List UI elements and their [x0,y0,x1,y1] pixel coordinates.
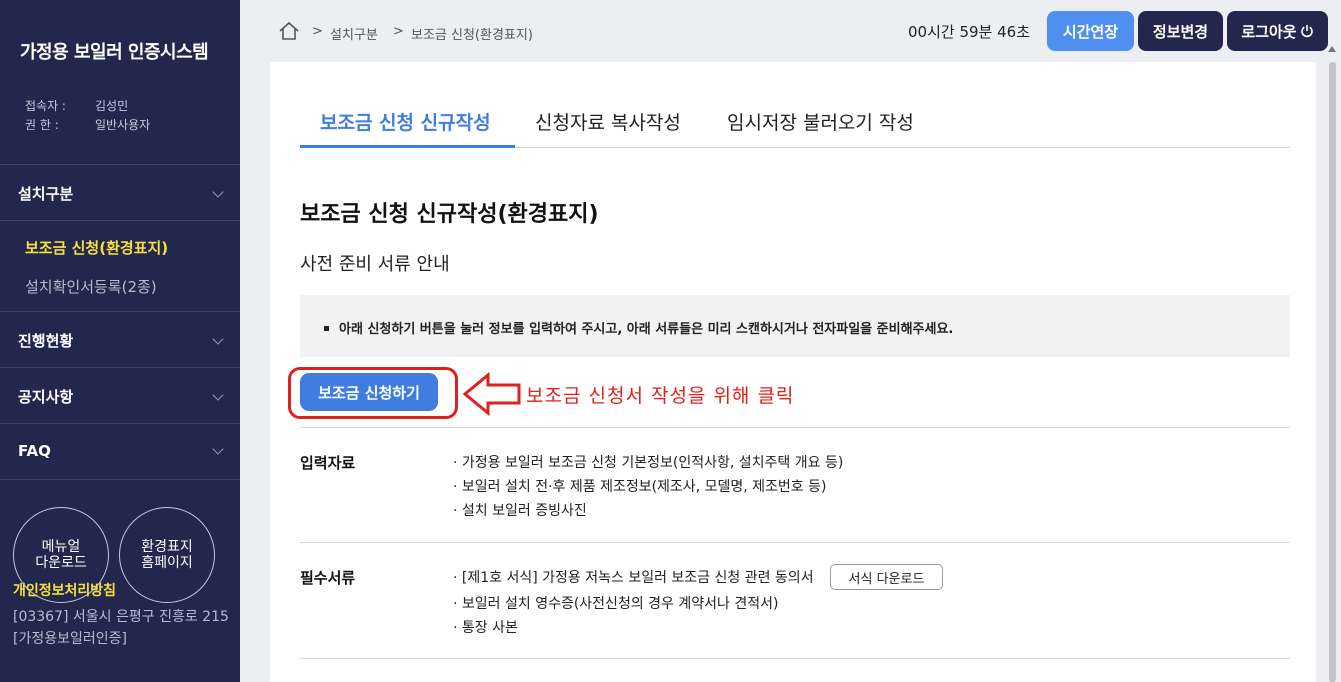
form-download-button[interactable]: 서식 다운로드 [830,564,943,590]
sidebar: 가정용 보일러 인증시스템 접속자 : 김성민 권 한 : 일반사용자 설치구분 보… [0,0,240,682]
list-item: · 설치 보일러 증빙사진 [453,503,587,519]
active-tab-indicator [300,145,515,148]
divider [0,311,240,312]
sidebar-item-label: 설치구분 [18,185,74,203]
eco-line1: 환경표지 [141,539,193,555]
divider [0,479,240,480]
divider [300,658,1290,659]
breadcrumb-separator: > [393,24,404,39]
sidebar-item-progress[interactable]: 진행현황 [18,330,226,351]
eco-homepage-button[interactable]: 환경표지 홈페이지 [119,507,215,603]
divider [300,427,1290,428]
sidebar-subitem-subsidy-apply[interactable]: 보조금 신청(환경표지) [25,237,168,258]
breadcrumb-current: 보조금 신청(환경표지) [411,28,533,43]
logout-label: 로그아웃 [1241,22,1297,41]
page-title: 보조금 신청 신규작성(환경표지) [300,202,599,227]
sidebar-item-label: 진행현황 [18,332,74,350]
divider [0,423,240,424]
user-role: 일반사용자 [95,118,151,132]
edit-info-button[interactable]: 정보변경 [1138,11,1223,51]
manual-line2: 다운로드 [35,555,87,571]
manual-line1: 메뉴얼 [41,539,81,555]
list-item: · 통장 사본 [453,620,518,636]
session-timer: 00시간 59분 46초 [908,23,1030,41]
list-item: · 보일러 설치 전·후 제품 제조정보(제조사, 모델명, 제조번호 등) [453,479,827,495]
list-item: · [제1호 서식] 가정용 저녹스 보일러 보조금 신청 관련 동의서 [453,570,814,586]
sidebar-item-notice[interactable]: 공지사항 [18,386,226,407]
breadcrumb-install-type[interactable]: 설치구분 [330,24,378,43]
tab-load-draft[interactable]: 임시저장 불러오기 작성 [727,108,914,135]
user-name: 김성민 [95,99,129,113]
eco-line2: 홈페이지 [141,555,193,571]
required-docs-label: 필수서류 [300,569,356,587]
scrollbar-thumb[interactable] [1329,62,1336,682]
sidebar-item-install-type[interactable]: 설치구분 [18,183,226,204]
chevron-down-icon [212,443,224,455]
input-data-label: 입력자료 [300,454,356,472]
divider [0,220,240,221]
sidebar-item-faq[interactable]: FAQ [18,442,226,460]
app-title: 가정용 보일러 인증시스템 [20,42,209,63]
power-icon [1300,25,1313,38]
user-label: 접속자 : [25,99,66,113]
logout-button[interactable]: 로그아웃 [1227,11,1328,51]
divider [0,164,240,165]
sidebar-item-label: 공지사항 [18,388,74,406]
divider [300,542,1290,543]
bullet-icon [324,326,329,331]
home-icon[interactable] [278,21,300,41]
notice-text: 아래 신청하기 버튼을 눌러 정보를 입력하여 주시고, 아래 서류들은 미리 … [324,318,953,337]
footer-address: [03367] 서울시 은평구 진흥로 215 [가정용보일러인증] [13,609,229,647]
role-label: 권 한 : [25,118,59,132]
extend-time-button[interactable]: 시간연장 [1047,11,1134,51]
scroll-up-arrow[interactable] [1328,46,1336,52]
privacy-policy-link[interactable]: 개인정보처리방침 [13,580,116,600]
divider [0,367,240,368]
annotation-text: 보조금 신청서 작성을 위해 클릭 [526,385,795,407]
sidebar-item-label: FAQ [18,442,51,460]
top-bar: > 설치구분 > 보조금 신청(환경표지) 00시간 59분 46초 시간연장 … [240,0,1341,62]
section-subtitle: 사전 준비 서류 안내 [300,254,450,275]
notice-message: 아래 신청하기 버튼을 눌러 정보를 입력하여 주시고, 아래 서류들은 미리 … [339,322,954,337]
list-item: · 보일러 설치 영수증(사전신청의 경우 계약서나 견적서) [453,596,779,612]
tab-new-application[interactable]: 보조금 신청 신규작성 [320,108,491,135]
tab-copy-application[interactable]: 신청자료 복사작성 [535,108,681,135]
user-info: 접속자 : 김성민 권 한 : 일반사용자 [25,97,150,135]
chevron-down-icon [212,388,224,401]
chevron-down-icon [212,332,224,345]
list-item: · 가정용 보일러 보조금 신청 기본정보(인적사항, 설치주택 개요 등) [453,455,844,471]
apply-subsidy-button[interactable]: 보조금 신청하기 [300,373,438,411]
sidebar-subitem-install-confirm[interactable]: 설치확인서등록(2종) [25,276,157,297]
left-arrow-icon [462,372,521,416]
breadcrumb-separator: > [312,24,323,39]
chevron-down-icon [212,185,224,198]
